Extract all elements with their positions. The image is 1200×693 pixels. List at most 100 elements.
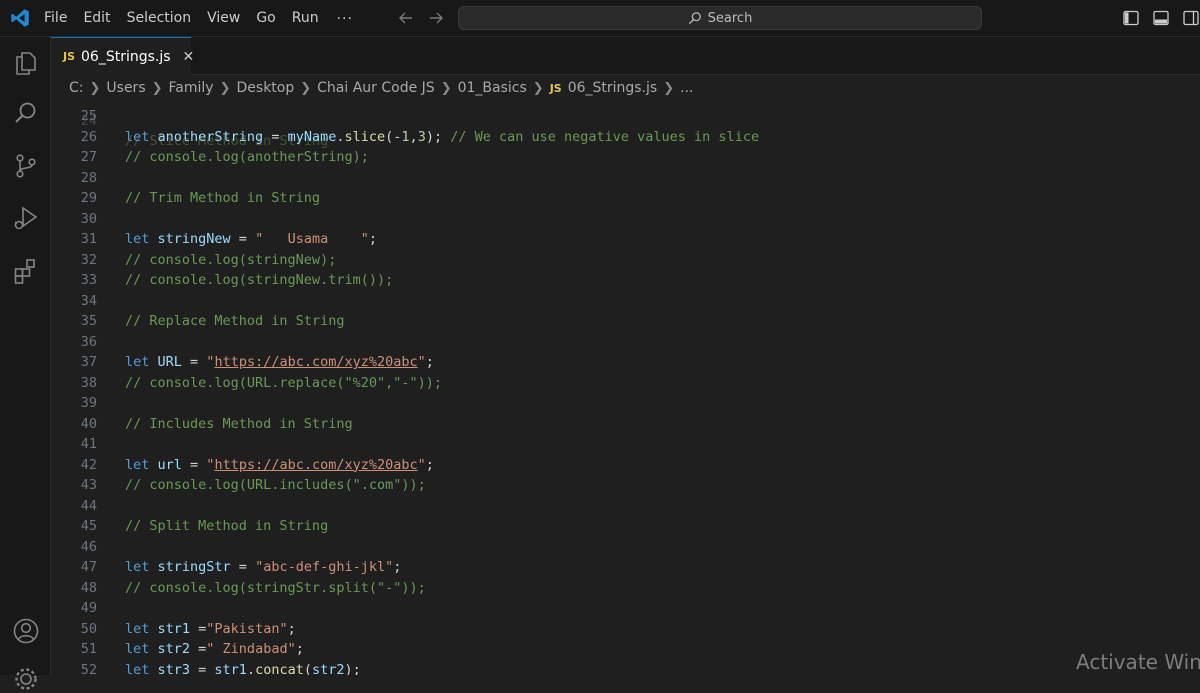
search-placeholder: Search [707, 10, 753, 26]
code-token: " [417, 456, 426, 473]
menu-bar: File Edit Selection View Go Run ··· [36, 0, 363, 37]
line-number: 33 [80, 272, 97, 288]
breadcrumb-item-drive[interactable]: C: [69, 80, 84, 96]
line-number: 40 [80, 415, 97, 432]
menu-file[interactable]: File [36, 0, 75, 37]
menu-more-button[interactable]: ··· [327, 11, 363, 27]
files-icon[interactable] [12, 49, 40, 77]
code-token: // console.log(stringStr.split("-")); [125, 579, 426, 596]
arrow-right-icon[interactable] [426, 8, 446, 28]
line-number: 39 [80, 395, 97, 411]
code-token: let [125, 231, 158, 247]
code-token: URL [157, 354, 182, 370]
breadcrumb-item-symbols[interactable]: ... [680, 80, 693, 96]
line-number: 29 [80, 190, 97, 206]
code-token: (- [385, 128, 402, 145]
settings-icon[interactable] [12, 665, 40, 693]
toggle-primary-sidebar-icon[interactable] [1122, 9, 1140, 27]
code-token: str2 [312, 661, 345, 676]
code-line: 30 [51, 209, 1200, 230]
line-content: // console.log(URL.replace("%20","-")); [125, 373, 442, 394]
code-line: 46 [51, 537, 1200, 558]
js-file-icon: JS [63, 50, 76, 63]
breadcrumb-item-basics[interactable]: 01_Basics [458, 80, 527, 96]
chevron-right-icon: ❯ [219, 80, 231, 96]
code-line: 36 [51, 332, 1200, 353]
code-token: ; [368, 231, 377, 247]
code-line: 47 let stringStr = "abc-def-ghi-jkl"; [51, 557, 1200, 578]
code-token: let [125, 661, 158, 676]
close-icon[interactable]: ✕ [183, 49, 195, 65]
code-editor[interactable]: 24 // Slice Method in String 25 26 let ano… [51, 100, 1200, 675]
code-token: str1 [214, 661, 247, 676]
activate-windows-watermark: Activate Wind [1076, 650, 1200, 674]
code-token: = [181, 456, 207, 473]
js-file-icon: JS [549, 81, 562, 95]
menu-edit[interactable]: Edit [75, 0, 118, 37]
line-content: let stringStr = "abc-def-ghi-jkl"; [125, 557, 401, 578]
line-content: // Split Method in String [125, 516, 328, 537]
line-content: let URL = "https://abc.com/xyz%20abc"; [125, 352, 434, 373]
vscode-logo-icon[interactable] [10, 8, 30, 28]
title-bar: File Edit Selection View Go Run ··· Sear… [0, 0, 1200, 37]
line-content: let url = "https://abc.com/xyz%20abc"; [125, 455, 434, 476]
code-token: ); [344, 661, 361, 676]
toggle-secondary-sidebar-icon[interactable] [1182, 9, 1200, 27]
menu-run[interactable]: Run [284, 0, 327, 37]
code-token: ); [425, 128, 451, 145]
code-line: 44 [51, 496, 1200, 517]
code-line: 29 // Trim Method in String [51, 188, 1200, 209]
code-token: , [409, 128, 418, 145]
line-number: 37 [80, 354, 97, 370]
search-icon[interactable] [12, 99, 40, 127]
menu-selection[interactable]: Selection [119, 0, 200, 37]
arrow-left-icon[interactable] [396, 8, 416, 28]
code-token: // console.log(URL.replace("%20","-")); [125, 374, 442, 391]
code-line: 39 [51, 393, 1200, 414]
code-token: https://abc.com/xyz%20abc [214, 354, 418, 370]
code-token: anotherString [157, 128, 264, 145]
code-line: 37 let URL = "https://abc.com/xyz%20abc"; [51, 352, 1200, 373]
code-token: // Includes Method in String [125, 415, 353, 432]
line-number: 38 [80, 374, 97, 391]
tab-label: 06_Strings.js [81, 48, 171, 65]
code-line: 27 // console.log(anotherString); [51, 147, 1200, 168]
code-token: // console.log(anotherString); [125, 149, 369, 165]
code-token: . [246, 661, 256, 676]
breadcrumb-item-users[interactable]: Users [106, 80, 145, 96]
breadcrumb-item-family[interactable]: Family [169, 80, 214, 96]
line-number: 44 [80, 497, 97, 514]
line-number: 50 [80, 620, 97, 637]
chevron-right-icon: ❯ [300, 80, 312, 96]
chevron-right-icon: ❯ [151, 80, 163, 96]
code-line: 49 [51, 598, 1200, 619]
code-token: ; [425, 456, 434, 473]
menu-go[interactable]: Go [248, 0, 283, 37]
code-token: = [263, 128, 288, 145]
breadcrumb-item-chai-aur-code[interactable]: Chai Aur Code JS [317, 80, 435, 96]
breadcrumb: C: ❯ Users ❯ Family ❯ Desktop ❯ Chai Aur… [51, 76, 1200, 100]
tab-06-strings-js[interactable]: JS 06_Strings.js ✕ [51, 37, 194, 75]
toggle-panel-icon[interactable] [1152, 9, 1170, 27]
account-icon[interactable] [12, 617, 40, 645]
code-token: // console.log(stringNew.trim()); [125, 272, 394, 288]
run-debug-icon[interactable] [12, 204, 40, 232]
command-center-search[interactable]: Search [458, 6, 982, 30]
code-token: = [190, 661, 215, 676]
code-token: myName [287, 128, 337, 145]
code-token: let [125, 456, 158, 473]
extensions-icon[interactable] [12, 257, 40, 285]
code-token: concat [255, 661, 304, 676]
code-token: "Pakistan" [206, 620, 288, 637]
code-line: 31 let stringNew = " Usama "; [51, 229, 1200, 250]
source-control-icon[interactable] [12, 152, 40, 180]
line-number: 41 [80, 436, 97, 452]
code-token: // Split Method in String [125, 518, 329, 534]
code-line: 38 // console.log(URL.replace("%20","-"))… [51, 373, 1200, 394]
breadcrumb-item-file[interactable]: 06_Strings.js [568, 80, 658, 96]
code-token: ; [287, 620, 296, 637]
breadcrumb-item-desktop[interactable]: Desktop [237, 80, 295, 96]
menu-view[interactable]: View [199, 0, 248, 37]
line-number: 48 [80, 579, 97, 596]
line-number: 30 [80, 210, 97, 227]
